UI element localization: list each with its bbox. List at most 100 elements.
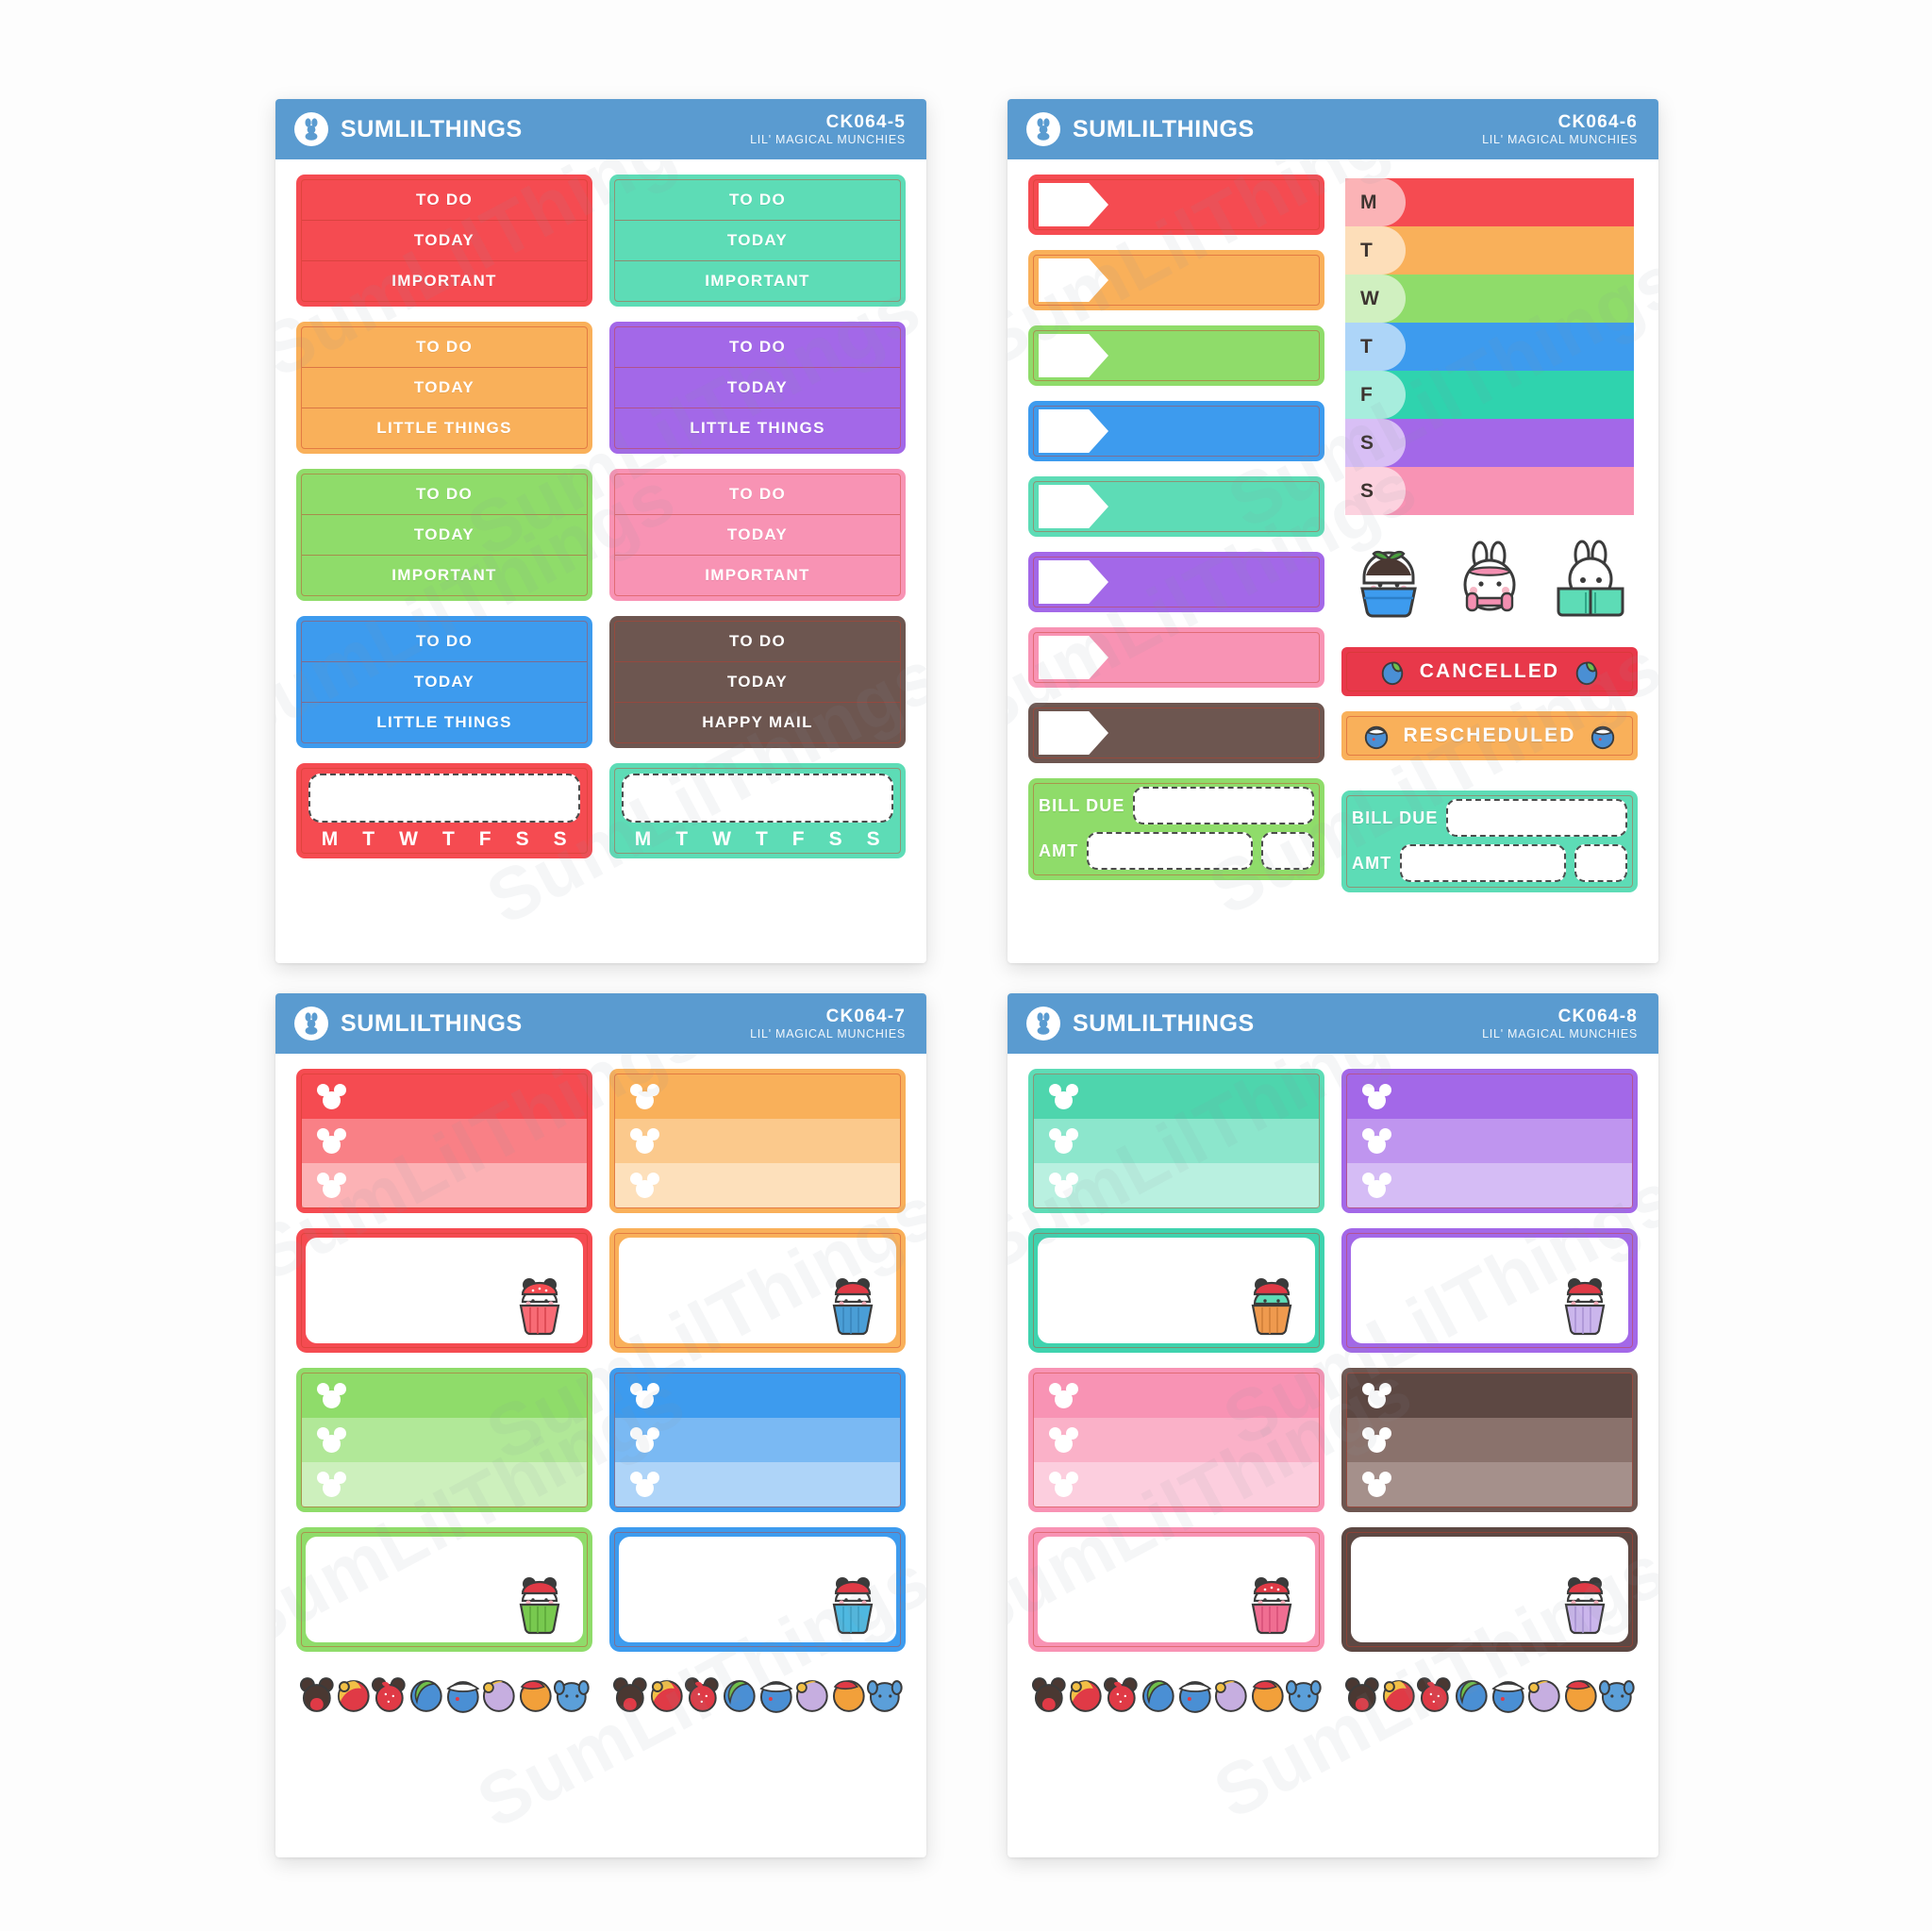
band-row[interactable] — [1347, 1462, 1632, 1507]
note-write-area[interactable] — [1351, 1537, 1628, 1642]
todo-sticker[interactable]: TO DO TODAY LITTLE THINGS — [609, 322, 906, 454]
day-cap: F — [1345, 371, 1406, 419]
mickey-band-sticker[interactable] — [1341, 1069, 1638, 1213]
flag-tag-sticker[interactable] — [1028, 627, 1324, 688]
todo-sticker[interactable]: TO DO TODAY LITTLE THINGS — [296, 616, 592, 748]
todo-row-label: TO DO — [415, 632, 474, 650]
bunny-in-blue-cupcake-sticker[interactable] — [1345, 540, 1432, 626]
note-box-sticker[interactable] — [609, 1228, 906, 1353]
fruit-sticker-strip[interactable] — [1028, 1667, 1324, 1722]
note-box-sticker[interactable] — [1028, 1527, 1324, 1652]
flag-tag-sticker[interactable] — [1028, 476, 1324, 537]
flag-tag-sticker[interactable] — [1028, 401, 1324, 461]
band-row[interactable] — [1347, 1418, 1632, 1462]
day-strip[interactable]: M — [1345, 178, 1634, 226]
band-row[interactable] — [1034, 1119, 1319, 1163]
todo-sticker[interactable]: TO DO TODAY LITTLE THINGS — [296, 322, 592, 454]
band-row[interactable] — [615, 1373, 900, 1418]
day-strip-sticker-group[interactable]: M T W T F S S — [1341, 175, 1638, 519]
band-row[interactable] — [1034, 1074, 1319, 1119]
band-row[interactable] — [1034, 1462, 1319, 1507]
day-strip[interactable]: S — [1345, 467, 1634, 515]
band-row[interactable] — [615, 1163, 900, 1207]
band-row[interactable] — [615, 1462, 900, 1507]
mickey-head-icon — [1362, 1383, 1391, 1408]
note-write-area[interactable] — [1038, 1238, 1315, 1343]
mickey-band-sticker[interactable] — [296, 1069, 592, 1213]
week-tracker-sticker[interactable]: M T W T F S S — [609, 763, 906, 858]
note-box-sticker[interactable] — [296, 1228, 592, 1353]
week-write-field[interactable] — [622, 774, 893, 823]
band-row[interactable] — [1034, 1418, 1319, 1462]
note-write-area[interactable] — [619, 1238, 896, 1343]
fruit-sticker-strip[interactable] — [609, 1667, 906, 1722]
band-row[interactable] — [615, 1119, 900, 1163]
bunny-logo-icon — [294, 1007, 328, 1040]
bill-amount-cents-field[interactable] — [1574, 844, 1627, 882]
mickey-band-sticker[interactable] — [1341, 1368, 1638, 1512]
brand: SUMLILTHINGS — [1026, 112, 1255, 146]
flag-tag-sticker[interactable] — [1028, 703, 1324, 763]
band-row[interactable] — [1347, 1119, 1632, 1163]
mickey-band-sticker[interactable] — [1028, 1069, 1324, 1213]
band-row[interactable] — [302, 1462, 587, 1507]
note-write-area[interactable] — [306, 1537, 583, 1642]
bill-amount-cents-field[interactable] — [1261, 832, 1314, 870]
flag-tag-sticker[interactable] — [1028, 552, 1324, 612]
band-row[interactable] — [302, 1373, 587, 1418]
day-strip[interactable]: F — [1345, 371, 1634, 419]
band-row[interactable] — [1034, 1373, 1319, 1418]
week-write-field[interactable] — [308, 774, 580, 823]
band-row[interactable] — [1347, 1373, 1632, 1418]
todo-sticker[interactable]: TO DO TODAY IMPORTANT — [609, 175, 906, 307]
mickey-band-sticker[interactable] — [1028, 1368, 1324, 1512]
day-strip[interactable]: T — [1345, 323, 1634, 371]
todo-sticker[interactable]: TO DO TODAY HAPPY MAIL — [609, 616, 906, 748]
flag-tag-sticker[interactable] — [1028, 250, 1324, 310]
bill-due-field[interactable] — [1133, 787, 1314, 824]
todo-sticker[interactable]: TO DO TODAY IMPORTANT — [609, 469, 906, 601]
bunny-reading-teal-book-sticker[interactable] — [1547, 540, 1634, 626]
todo-row-label: IMPORTANT — [615, 555, 900, 595]
note-box-sticker[interactable] — [609, 1527, 906, 1652]
week-day: T — [362, 828, 375, 850]
mickey-band-sticker[interactable] — [296, 1368, 592, 1512]
note-write-area[interactable] — [1038, 1537, 1315, 1642]
flag-tag-sticker[interactable] — [1028, 175, 1324, 235]
todo-sticker[interactable]: TO DO TODAY IMPORTANT — [296, 175, 592, 307]
band-row[interactable] — [1347, 1163, 1632, 1207]
band-row[interactable] — [302, 1119, 587, 1163]
band-row[interactable] — [302, 1074, 587, 1119]
note-write-area[interactable] — [1351, 1238, 1628, 1343]
band-row[interactable] — [302, 1163, 587, 1207]
note-box-sticker[interactable] — [1341, 1527, 1638, 1652]
todo-sticker[interactable]: TO DO TODAY IMPORTANT — [296, 469, 592, 601]
bill-amount-field[interactable] — [1087, 832, 1253, 870]
bill-due-sticker[interactable]: BILL DUE AMT — [1341, 791, 1638, 892]
day-strip[interactable]: W — [1345, 275, 1634, 323]
band-row[interactable] — [615, 1074, 900, 1119]
fruit-sticker-strip[interactable] — [296, 1667, 592, 1722]
cancelled-banner-sticker[interactable]: CANCELLED — [1341, 647, 1638, 696]
bill-amount-field[interactable] — [1400, 844, 1566, 882]
bill-due-field[interactable] — [1446, 799, 1627, 837]
bunny-with-pink-dumbbell-sticker[interactable] — [1446, 540, 1533, 626]
note-box-sticker[interactable] — [1028, 1228, 1324, 1353]
band-row[interactable] — [1347, 1074, 1632, 1119]
note-write-area[interactable] — [306, 1238, 583, 1343]
band-row[interactable] — [1034, 1163, 1319, 1207]
week-tracker-sticker[interactable]: M T W T F S S — [296, 763, 592, 858]
bill-due-sticker[interactable]: BILL DUE AMT — [1028, 778, 1324, 880]
band-row[interactable] — [615, 1418, 900, 1462]
day-strip[interactable]: T — [1345, 226, 1634, 275]
flag-tag-sticker[interactable] — [1028, 325, 1324, 386]
mickey-band-sticker[interactable] — [609, 1368, 906, 1512]
note-box-sticker[interactable] — [1341, 1228, 1638, 1353]
band-row[interactable] — [302, 1418, 587, 1462]
note-box-sticker[interactable] — [296, 1527, 592, 1652]
fruit-sticker-strip[interactable] — [1341, 1667, 1638, 1722]
day-strip[interactable]: S — [1345, 419, 1634, 467]
mickey-band-sticker[interactable] — [609, 1069, 906, 1213]
rescheduled-banner-sticker[interactable]: RESCHEDULED — [1341, 711, 1638, 760]
note-write-area[interactable] — [619, 1537, 896, 1642]
